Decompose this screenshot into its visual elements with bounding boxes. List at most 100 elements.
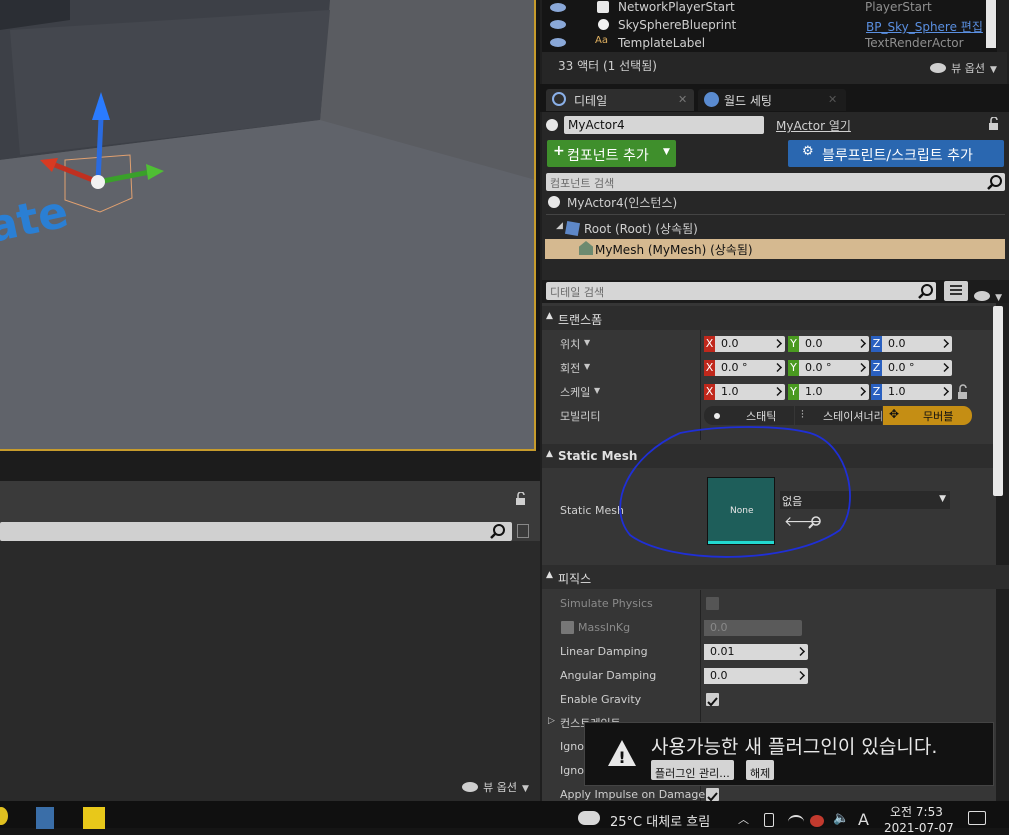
outliner-view-options[interactable]: 뷰 옵션 ▼ <box>930 57 997 76</box>
scale-z-field[interactable]: 1.0 <box>882 384 952 400</box>
details-view-options[interactable]: ▼ <box>974 285 1002 304</box>
rotation-z-value: 0.0 ° <box>888 361 915 374</box>
mass-override-checkbox[interactable] <box>561 621 574 634</box>
chevron-down-icon[interactable]: ▼ <box>584 338 590 347</box>
mobility-movable-button[interactable]: ✥ 무버블 <box>883 406 972 425</box>
close-icon[interactable]: ✕ <box>678 93 687 106</box>
component-search-placeholder: 컴포넌트 검색 <box>550 177 615 190</box>
search-icon <box>552 92 566 106</box>
chevron-up-icon[interactable]: ︿ <box>738 811 749 827</box>
visibility-eye-icon[interactable] <box>550 20 566 29</box>
mesh-label: MyMesh (MyMesh) (상속됨) <box>595 243 753 257</box>
volume-icon[interactable]: 🔈 <box>833 811 849 826</box>
axis-z: Z <box>871 360 882 376</box>
component-tree-root[interactable]: ◢ Root (Root) (상속됨) <box>546 219 1005 238</box>
component-search-input[interactable]: 컴포넌트 검색 <box>546 173 1005 191</box>
simulate-physics-checkbox[interactable] <box>706 597 719 610</box>
lock-scale-icon[interactable] <box>956 384 970 400</box>
outliner-row[interactable]: NetworkPlayerStart PlayerStart <box>540 0 980 16</box>
left-view-options[interactable]: 뷰 옵션 ▼ <box>462 776 529 795</box>
tab-world-settings[interactable]: 월드 세팅 ✕ <box>698 89 846 111</box>
manage-plugins-label: 플러그인 관리... <box>655 767 730 780</box>
enable-gravity-checkbox[interactable] <box>706 693 719 707</box>
location-z-field[interactable]: 0.0 <box>882 336 952 352</box>
outliner-row[interactable]: Aa TemplateLabel TextRenderActor <box>540 35 980 51</box>
component-tree-mesh[interactable]: MyMesh (MyMesh) (상속됨) <box>545 239 1005 259</box>
dot-icon <box>714 413 720 419</box>
wifi-icon[interactable] <box>788 815 804 829</box>
rotation-z-field[interactable]: 0.0 ° <box>882 360 952 376</box>
actor-name-input[interactable]: MyActor4 <box>564 116 764 134</box>
tab-details[interactable]: 디테일 ✕ <box>546 89 694 111</box>
mobility-stationary-button[interactable]: ⫶ 스테이셔너리 <box>795 406 882 425</box>
lock-icon[interactable] <box>514 491 528 505</box>
notification-message: 사용가능한 새 플러그인이 있습니다. <box>651 736 938 758</box>
globe-icon <box>704 92 719 107</box>
edit-blueprint-link[interactable]: BP_Sky_Sphere 편집 <box>866 18 983 35</box>
notification-center-icon[interactable] <box>968 811 986 825</box>
details-scrollbar[interactable] <box>993 306 1003 496</box>
mass-field[interactable]: 0.0 <box>704 620 802 636</box>
axis-y: Y <box>788 336 799 352</box>
scale-x-field[interactable]: 1.0 <box>715 384 785 400</box>
collapse-arrow-icon: ▲ <box>546 311 553 321</box>
level-viewport[interactable]: ate <box>0 0 536 451</box>
clock-time[interactable]: 오전 7:53 <box>890 803 943 820</box>
add-component-button[interactable]: + 컴포넌트 추가 ▼ <box>547 140 676 167</box>
rotation-x-value: 0.0 ° <box>721 361 748 374</box>
apply-impulse-checkbox[interactable] <box>706 788 719 802</box>
search-icon[interactable] <box>918 283 934 299</box>
outliner-row[interactable]: SkySphereBlueprint BP_Sky_Sphere 편집 <box>540 17 983 35</box>
rotation-label[interactable]: 회전 <box>560 360 580 376</box>
outliner-scrollbar[interactable] <box>986 0 996 48</box>
outliner-view-options-label: 뷰 옵션 <box>951 62 985 75</box>
save-search-icon[interactable] <box>517 524 529 538</box>
detail-search-input[interactable]: 디테일 검색 <box>546 282 936 300</box>
open-actor-link[interactable]: MyActor 열기 <box>776 117 851 134</box>
taskbar: 25°C 대체로 흐림 ︿ 🔈 A 오전 7:53 2021-07-07 <box>0 801 1009 835</box>
search-icon[interactable] <box>490 523 506 539</box>
chevron-down-icon[interactable]: ▼ <box>584 362 590 371</box>
manage-plugins-button[interactable]: 플러그인 관리... <box>651 760 734 780</box>
actor-count: 33 액터 (1 선택됨) <box>558 59 657 73</box>
phone-icon[interactable] <box>764 813 774 827</box>
axis-x: X <box>704 336 715 352</box>
location-x-field[interactable]: 0.0 <box>715 336 785 352</box>
calculator-icon[interactable] <box>36 807 54 829</box>
rotation-y-value: 0.0 ° <box>805 361 832 374</box>
scale-y-value: 1.0 <box>805 385 823 398</box>
expand-arrow-icon[interactable]: ◢ <box>556 221 563 231</box>
scale-label[interactable]: 스케일 <box>560 384 590 400</box>
app-icon[interactable] <box>0 807 8 825</box>
chevron-down-icon[interactable]: ▼ <box>594 386 600 395</box>
linear-damping-field[interactable]: 0.01 <box>704 644 808 660</box>
weather-text[interactable]: 25°C 대체로 흐림 <box>610 811 710 830</box>
rotation-x-field[interactable]: 0.0 ° <box>715 360 785 376</box>
dismiss-button[interactable]: 해제 <box>746 760 775 780</box>
scene-component-icon <box>564 220 581 237</box>
search-icon[interactable] <box>987 174 1003 190</box>
network-blocked-icon[interactable] <box>810 815 824 827</box>
physics-section-header[interactable]: ▲ 피직스 <box>542 565 1009 589</box>
visibility-eye-icon[interactable] <box>550 3 566 12</box>
visibility-eye-icon[interactable] <box>550 38 566 47</box>
add-blueprint-button[interactable]: ⚙ 블루프린트/스크립트 추가 <box>788 140 1004 167</box>
viewport-scene: ate <box>0 0 534 449</box>
angular-damping-field[interactable]: 0.0 <box>704 668 808 684</box>
content-search-input[interactable] <box>0 522 512 541</box>
mobility-static-button[interactable]: 스태틱 <box>704 406 794 425</box>
clock-date[interactable]: 2021-07-07 <box>884 821 954 835</box>
scale-y-field[interactable]: 1.0 <box>799 384 869 400</box>
transform-section-header[interactable]: ▲ 트랜스폼 <box>542 306 993 330</box>
sticky-notes-icon[interactable] <box>83 807 105 829</box>
location-y-field[interactable]: 0.0 <box>799 336 869 352</box>
lock-icon[interactable] <box>987 116 1001 130</box>
property-matrix-icon[interactable] <box>944 281 968 301</box>
expand-arrow-icon[interactable]: ▷ <box>548 716 555 726</box>
location-label[interactable]: 위치 <box>560 336 580 352</box>
close-icon[interactable]: ✕ <box>828 93 837 106</box>
rotation-y-field[interactable]: 0.0 ° <box>799 360 869 376</box>
detail-search-placeholder: 디테일 검색 <box>550 286 605 299</box>
location-z-value: 0.0 <box>888 337 906 350</box>
ime-indicator[interactable]: A <box>858 810 869 829</box>
